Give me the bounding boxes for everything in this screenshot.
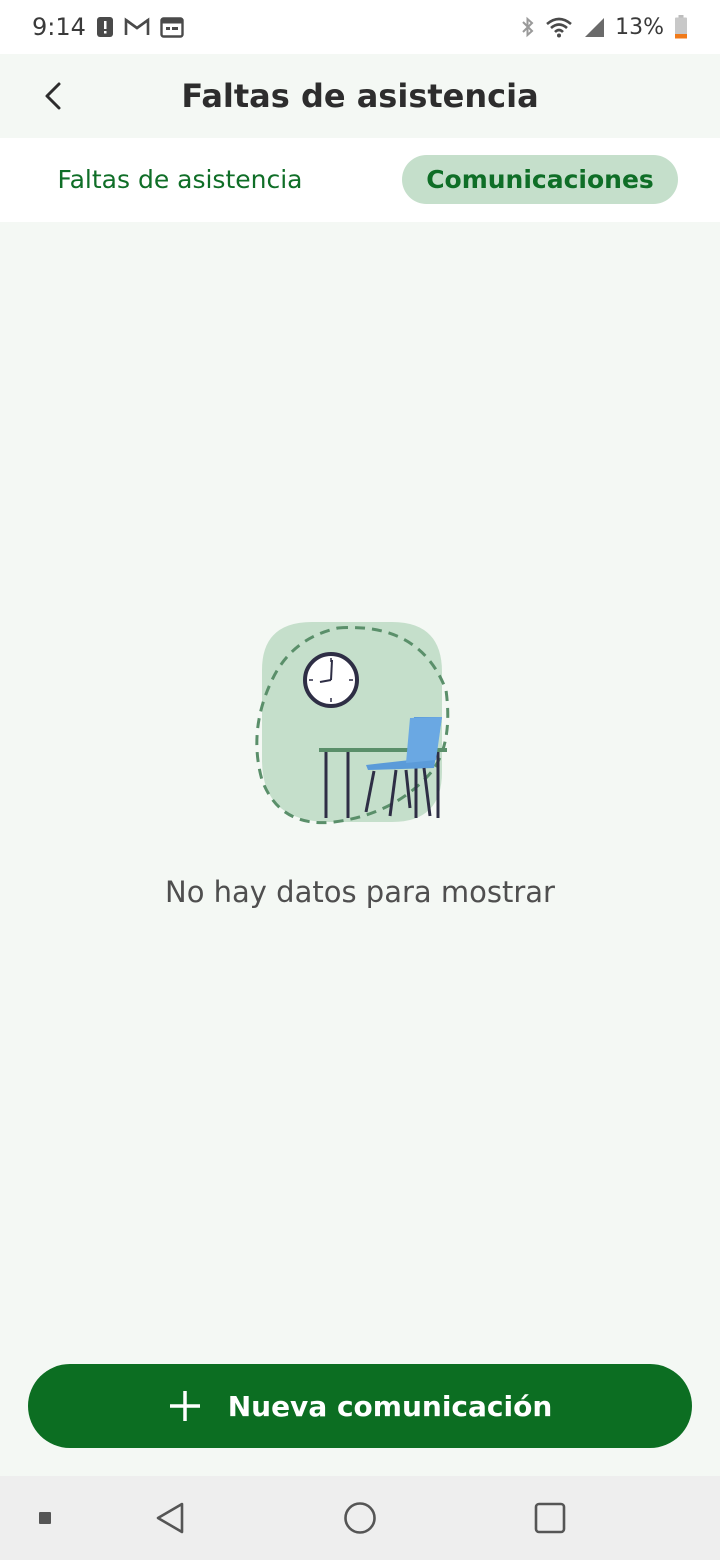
- status-left: 9:14: [32, 13, 184, 41]
- status-right: 13%: [521, 15, 688, 40]
- tab-faltas-de-asistencia[interactable]: Faltas de asistencia: [40, 155, 320, 204]
- battery-percent: 13%: [615, 14, 664, 40]
- page-title: Faltas de asistencia: [181, 77, 539, 115]
- clock-icon: [303, 652, 359, 708]
- bluetooth-icon: [521, 16, 535, 38]
- empty-state-message: No hay datos para mostrar: [165, 875, 555, 909]
- new-communication-label: Nueva comunicación: [227, 1389, 553, 1423]
- gmail-icon: [124, 17, 150, 37]
- circle-home-icon: [344, 1502, 376, 1534]
- system-navigation-bar: [0, 1476, 720, 1560]
- back-arrow-icon: [45, 82, 61, 110]
- calendar-icon: [160, 16, 184, 38]
- nav-menu-button[interactable]: [20, 1476, 70, 1560]
- small-square-icon: [39, 1512, 51, 1524]
- plus-icon: [169, 1391, 200, 1421]
- wifi-icon: [545, 16, 573, 38]
- signal-icon: [583, 16, 605, 38]
- nav-home-button[interactable]: [330, 1476, 390, 1560]
- new-communication-button[interactable]: Nueva comunicación: [28, 1364, 692, 1448]
- empty-classroom-illustration: [255, 622, 450, 825]
- nav-recents-button[interactable]: [520, 1476, 580, 1560]
- app-bar: Faltas de asistencia: [0, 54, 720, 138]
- battery-icon: [674, 15, 688, 39]
- tab-comunicaciones[interactable]: Comunicaciones: [402, 155, 678, 204]
- square-recents-icon: [534, 1502, 566, 1534]
- status-time: 9:14: [32, 13, 86, 41]
- triangle-back-icon: [156, 1502, 184, 1534]
- back-button[interactable]: [28, 71, 78, 121]
- status-bar: 9:14 13%: [0, 0, 720, 54]
- nav-back-button[interactable]: [140, 1476, 200, 1560]
- alert-icon: [96, 16, 114, 38]
- tab-bar: Faltas de asistencia Comunicaciones: [0, 138, 720, 222]
